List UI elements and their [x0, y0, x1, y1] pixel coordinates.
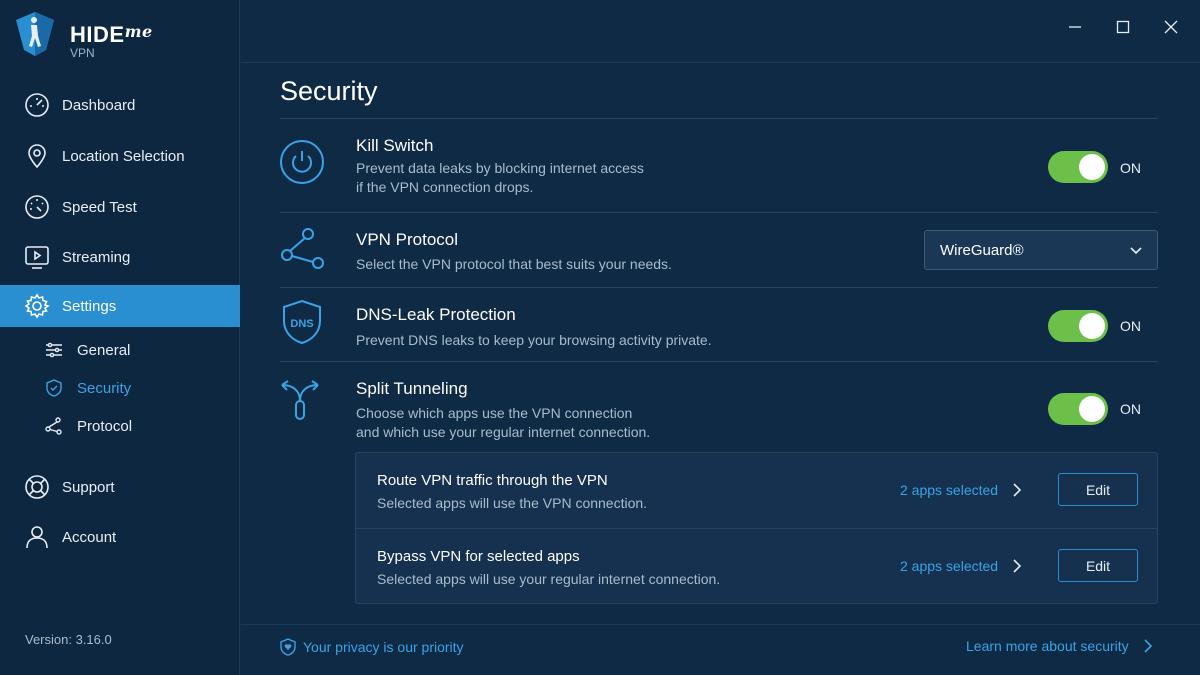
- shield-icon: [46, 379, 62, 397]
- split-tunneling-desc-1: Choose which apps use the VPN connection: [356, 405, 633, 421]
- play-screen-icon: [25, 246, 49, 269]
- chevron-right-icon: [1144, 639, 1152, 653]
- settings-sub-general[interactable]: General: [0, 333, 240, 367]
- brand-hide: HIDE: [70, 22, 125, 47]
- sliders-icon: [46, 342, 62, 358]
- app-version: Version: 3.16.0: [25, 632, 112, 647]
- location-pin-icon: [28, 144, 46, 169]
- route-edit-button[interactable]: Edit: [1058, 473, 1138, 506]
- shield-heart-icon: [280, 638, 296, 656]
- nav-support-label: Support: [62, 478, 115, 496]
- learn-more-text: Learn more about security: [966, 638, 1129, 654]
- vpn-protocol-dropdown[interactable]: WireGuard®: [924, 230, 1158, 270]
- dns-icon-text: DNS: [290, 318, 313, 330]
- toggle-knob: [1079, 154, 1105, 180]
- divider: [280, 361, 1158, 362]
- bypass-edit-button[interactable]: Edit: [1058, 549, 1138, 582]
- settings-sub-security-label: Security: [77, 379, 132, 397]
- minimize-button[interactable]: [1062, 14, 1088, 40]
- close-icon: [1164, 20, 1178, 34]
- maximize-icon: [1116, 20, 1130, 34]
- route-apps-link[interactable]: 2 apps selected: [900, 482, 1022, 498]
- nav-account-label: Account: [62, 528, 117, 546]
- maximize-button[interactable]: [1110, 14, 1136, 40]
- nav-dashboard-label: Dashboard: [62, 96, 136, 114]
- settings-sub-protocol[interactable]: Protocol: [0, 409, 240, 443]
- kill-switch-desc-1: Prevent data leaks by blocking internet …: [356, 160, 644, 176]
- dns-title: DNS-Leak Protection: [356, 305, 516, 324]
- chevron-right-icon: [1013, 483, 1022, 497]
- kill-switch-title: Kill Switch: [356, 136, 434, 155]
- dns-toggle[interactable]: [1048, 310, 1108, 342]
- split-tunneling-panel: Route VPN traffic through the VPN Select…: [355, 452, 1158, 604]
- route-apps-count: 2 apps selected: [900, 482, 999, 498]
- app-logo: HIDEme VPN: [12, 10, 212, 65]
- vpn-protocol-selected: WireGuard®: [940, 241, 1024, 259]
- page-title: Security: [280, 76, 378, 106]
- privacy-note: Your privacy is our priority: [279, 638, 464, 656]
- dns-state: ON: [1120, 318, 1141, 334]
- kill-switch-state: ON: [1120, 160, 1141, 176]
- settings-sub-general-label: General: [77, 341, 131, 359]
- split-arrows-icon: [281, 380, 319, 420]
- settings-sub-protocol-label: Protocol: [77, 417, 133, 435]
- gear-icon: [24, 293, 50, 319]
- brand-me: me: [124, 22, 153, 41]
- route-title: Route VPN traffic through the VPN: [377, 472, 608, 489]
- vpn-protocol-desc: Select the VPN protocol that best suits …: [356, 256, 672, 272]
- nav-account[interactable]: Account: [0, 516, 240, 558]
- chevron-right-icon: [1013, 559, 1022, 573]
- divider: [280, 287, 1158, 288]
- nav-settings-label: Settings: [62, 297, 117, 315]
- lifebuoy-icon: [25, 475, 49, 499]
- split-tunneling-toggle[interactable]: [1048, 393, 1108, 425]
- speedometer-icon: [25, 93, 49, 117]
- divider: [356, 528, 1157, 529]
- learn-more-link[interactable]: Learn more about security: [966, 638, 1153, 654]
- dns-desc: Prevent DNS leaks to keep your browsing …: [356, 332, 712, 348]
- user-icon: [26, 526, 48, 549]
- split-tunneling-desc-2: and which use your regular internet conn…: [356, 424, 651, 440]
- nav-location-selection[interactable]: Location Selection: [0, 135, 240, 177]
- split-tunneling-state: ON: [1120, 401, 1141, 417]
- nav-speed-test[interactable]: Speed Test: [0, 186, 240, 228]
- brand-sub: VPN: [70, 46, 95, 60]
- header-divider: [241, 62, 1200, 63]
- gauge-icon: [25, 195, 49, 219]
- toggle-knob: [1079, 313, 1105, 339]
- protocol-nodes-icon: [281, 228, 324, 269]
- divider: [280, 212, 1158, 213]
- minimize-icon: [1069, 26, 1081, 28]
- brand-name: HIDEme: [70, 22, 153, 48]
- kill-switch-desc-2: if the VPN connection drops.: [356, 179, 534, 195]
- nav-support[interactable]: Support: [0, 466, 240, 508]
- privacy-note-text: Your privacy is our priority: [303, 639, 464, 655]
- bypass-title: Bypass VPN for selected apps: [377, 548, 580, 565]
- nodes-icon: [45, 417, 62, 435]
- route-desc: Selected apps will use the VPN connectio…: [377, 495, 648, 511]
- bypass-apps-count: 2 apps selected: [900, 558, 999, 574]
- split-tunneling-title: Split Tunneling: [356, 379, 468, 398]
- nav-speed-label: Speed Test: [62, 198, 137, 216]
- kill-switch-toggle[interactable]: [1048, 151, 1108, 183]
- nav-streaming[interactable]: Streaming: [0, 236, 240, 278]
- footer-divider: [241, 624, 1200, 625]
- settings-sub-security[interactable]: Security: [0, 371, 240, 405]
- chevron-down-icon: [1130, 247, 1142, 255]
- hideme-logo-icon: [16, 12, 54, 56]
- nav-location-label: Location Selection: [62, 147, 185, 165]
- close-button[interactable]: [1158, 14, 1184, 40]
- dns-shield-icon: DNS: [283, 299, 321, 345]
- sidebar: HIDEme VPN Dashboard Location Selection …: [0, 0, 240, 675]
- nav-dashboard[interactable]: Dashboard: [0, 84, 240, 126]
- nav-streaming-label: Streaming: [62, 248, 131, 266]
- nav-settings[interactable]: Settings: [0, 285, 240, 327]
- divider: [280, 118, 1158, 119]
- vpn-protocol-title: VPN Protocol: [356, 230, 459, 249]
- power-icon: [280, 140, 324, 184]
- bypass-apps-link[interactable]: 2 apps selected: [900, 558, 1022, 574]
- toggle-knob: [1079, 396, 1105, 422]
- bypass-desc: Selected apps will use your regular inte…: [377, 571, 721, 587]
